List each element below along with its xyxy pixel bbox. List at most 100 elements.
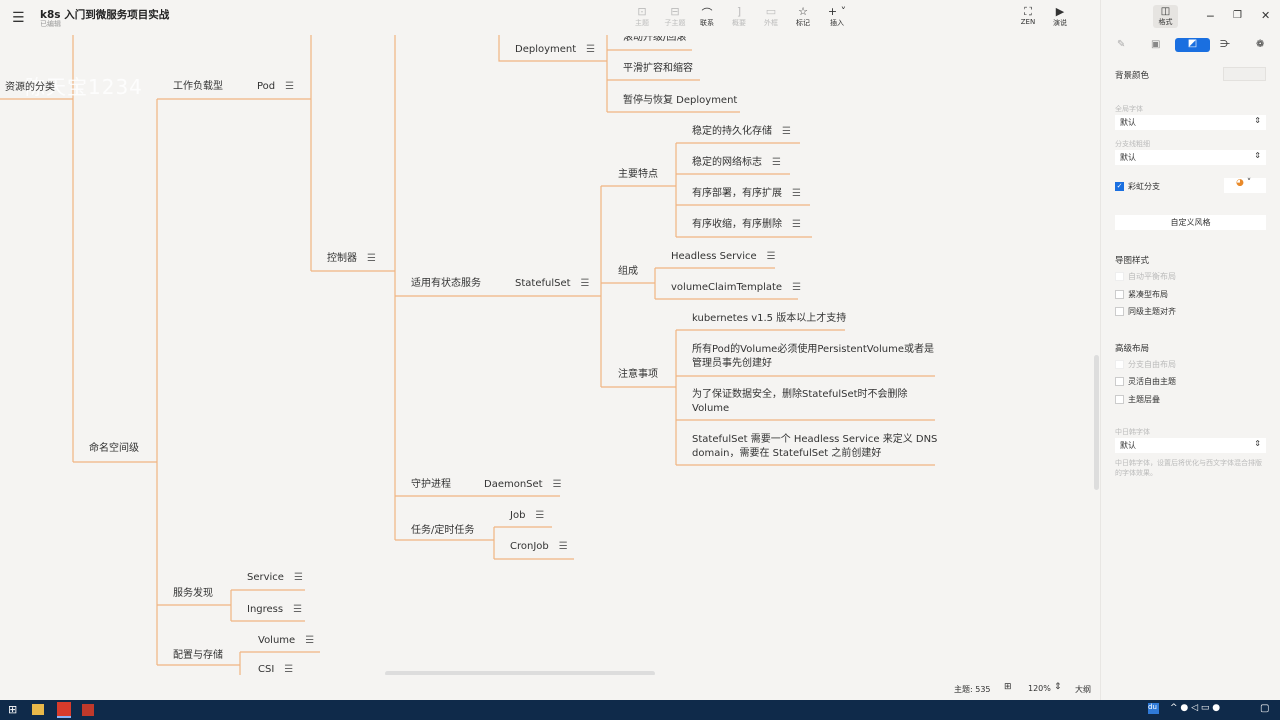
topic-node[interactable]: 资源的分类: [5, 81, 55, 95]
topic-node[interactable]: 服务发现: [173, 587, 213, 601]
toolbar-summary-button[interactable]: ] 概要: [722, 5, 756, 28]
zoom-level[interactable]: 120%: [1028, 684, 1051, 693]
note-icon[interactable]: ☰: [535, 510, 544, 521]
toolbar-marker-button[interactable]: ☆ 标记: [786, 5, 820, 28]
zen-button[interactable]: ⛶ ZEN: [1011, 5, 1045, 26]
wps-icon[interactable]: [82, 704, 94, 716]
style-brush-icon[interactable]: ✎: [1117, 39, 1125, 50]
restore-icon[interactable]: ❐: [1233, 10, 1242, 21]
note-icon[interactable]: ☰: [305, 635, 314, 646]
topic-node[interactable]: 平滑扩容和缩容: [623, 62, 693, 76]
align-peer-checkbox[interactable]: 同级主题对齐: [1115, 306, 1176, 317]
topic-node[interactable]: 配置与存储: [173, 649, 223, 663]
topic-node[interactable]: Service ☰: [247, 571, 303, 585]
tray-icons[interactable]: ^ ● ◁ ▭ ●: [1170, 703, 1220, 713]
present-button[interactable]: ▶ 演说: [1043, 5, 1077, 28]
topic-node[interactable]: 注意事项: [618, 368, 658, 382]
note-icon[interactable]: ☰: [367, 253, 376, 264]
topic-node[interactable]: kubernetes v1.5 版本以上才支持: [692, 312, 846, 326]
mindmap-canvas[interactable]: 陈天宝1234: [0, 35, 1100, 675]
topic-node[interactable]: Headless Service ☰: [671, 250, 776, 264]
theme-icon[interactable]: ❁: [1256, 39, 1264, 50]
custom-style-button[interactable]: 自定义风格: [1115, 215, 1266, 230]
note-icon[interactable]: ☰: [772, 157, 781, 168]
topic-node[interactable]: 暂停与恢复 Deployment: [623, 94, 737, 108]
topic-node[interactable]: Deployment ☰: [515, 43, 595, 57]
notification-icon[interactable]: ▢: [1260, 703, 1269, 714]
app-icon[interactable]: [57, 702, 71, 718]
topic-node[interactable]: Pod ☰: [257, 80, 294, 94]
free-branch-checkbox[interactable]: 分支自由布局: [1115, 359, 1176, 370]
file-explorer-icon[interactable]: [32, 704, 44, 715]
note-icon[interactable]: ☰: [285, 81, 294, 92]
branch-width-select[interactable]: 默认 ⇕: [1115, 150, 1266, 165]
overlap-checkbox[interactable]: 主题层叠: [1115, 394, 1160, 405]
note-icon[interactable]: ☰: [553, 479, 562, 490]
minimize-icon[interactable]: ─: [1207, 10, 1214, 23]
topic-node[interactable]: Job ☰: [510, 509, 544, 523]
note-icon[interactable]: ☰: [581, 278, 590, 289]
node-label: 稳定的持久化存储: [692, 126, 772, 137]
rainbow-branch-checkbox[interactable]: ✓ 彩虹分支: [1115, 181, 1160, 192]
note-icon[interactable]: ☰: [294, 572, 303, 583]
topic-node[interactable]: 有序收缩，有序删除 ☰: [692, 218, 801, 232]
bg-color-swatch[interactable]: [1223, 67, 1266, 81]
flex-topic-checkbox[interactable]: 灵活自由主题: [1115, 376, 1176, 387]
vertical-scrollbar[interactable]: [1094, 355, 1099, 490]
note-icon[interactable]: ☰: [792, 188, 801, 199]
topic-node[interactable]: CSI ☰: [258, 663, 293, 673]
topic-node[interactable]: 有序部署，有序扩展 ☰: [692, 187, 801, 201]
toolbar-topic-button[interactable]: ⊡ 主题: [625, 5, 659, 28]
compact-layout-checkbox[interactable]: 紧凑型布局: [1115, 289, 1168, 300]
topic-node[interactable]: 组成: [618, 265, 638, 279]
topic-node[interactable]: 守护进程: [411, 478, 451, 492]
checkbox: [1115, 395, 1124, 404]
note-icon[interactable]: ☰: [284, 664, 293, 673]
note-icon[interactable]: ☰: [792, 282, 801, 293]
topic-node[interactable]: 控制器 ☰: [327, 252, 376, 266]
topic-node[interactable]: 命名空间级: [89, 442, 139, 456]
toolbar-boundary-button[interactable]: ▭ 外框: [754, 5, 788, 28]
cjk-font-select[interactable]: 默认 ⇕: [1115, 438, 1266, 453]
topic-node[interactable]: 工作负载型: [173, 80, 223, 94]
bg-color-label: 背景颜色: [1115, 71, 1150, 81]
windows-start-icon[interactable]: ⊞: [8, 703, 17, 716]
note-icon[interactable]: ☰: [792, 219, 801, 230]
toolbar-insert-button[interactable]: + ˅ 插入: [820, 5, 854, 28]
topic-node[interactable]: 稳定的持久化存储 ☰: [692, 125, 791, 139]
format-toggle-button[interactable]: ◫ 格式: [1153, 5, 1178, 28]
topic-node[interactable]: StatefulSet 需要一个 Headless Service 来定义 DN…: [692, 433, 937, 461]
zoom-stepper-icon[interactable]: ⇕: [1054, 682, 1062, 692]
branch-style-icon[interactable]: ⋺: [1220, 39, 1230, 50]
close-icon[interactable]: ✕: [1261, 9, 1270, 22]
toolbar-subtopic-button[interactable]: ⊟ 子主题: [658, 5, 692, 28]
baidu-icon[interactable]: du: [1148, 703, 1159, 714]
topic-node[interactable]: 适用有状态服务: [411, 277, 481, 291]
menu-icon[interactable]: ☰: [12, 10, 25, 26]
topic-node[interactable]: CronJob ☰: [510, 540, 568, 554]
global-font-select[interactable]: 默认 ⇕: [1115, 115, 1266, 130]
canvas-style-tab[interactable]: ◩: [1175, 38, 1210, 52]
topic-node[interactable]: volumeClaimTemplate ☰: [671, 281, 801, 295]
outline-button[interactable]: 大纲: [1075, 684, 1091, 695]
topic-node[interactable]: 主要特点: [618, 168, 658, 182]
topic-node[interactable]: 所有Pod的Volume必须使用PersistentVolume或者是 管理员事先…: [692, 343, 934, 371]
rainbow-color-picker[interactable]: ◕ ˅: [1224, 178, 1266, 193]
topic-node[interactable]: StatefulSet ☰: [515, 277, 590, 291]
topic-style-icon[interactable]: ▣: [1151, 39, 1160, 50]
topic-node[interactable]: 稳定的网络标志 ☰: [692, 156, 781, 170]
book-icon[interactable]: ⊞: [1004, 682, 1012, 692]
auto-balance-checkbox[interactable]: 自动平衡布局: [1115, 271, 1176, 282]
note-icon[interactable]: ☰: [767, 251, 776, 262]
note-icon[interactable]: ☰: [559, 541, 568, 552]
topic-node[interactable]: 任务/定时任务: [411, 524, 474, 538]
topic-node[interactable]: 为了保证数据安全，删除StatefulSet时不会删除 Volume: [692, 388, 908, 416]
toolbar-relation-button[interactable]: ⌒ 联系: [690, 5, 724, 28]
topic-node[interactable]: Ingress ☰: [247, 603, 302, 617]
note-icon[interactable]: ☰: [586, 44, 595, 55]
note-icon[interactable]: ☰: [293, 604, 302, 615]
node-label: 控制器: [327, 253, 357, 264]
topic-node[interactable]: DaemonSet ☰: [484, 478, 562, 492]
topic-node[interactable]: Volume ☰: [258, 634, 314, 648]
note-icon[interactable]: ☰: [782, 126, 791, 137]
